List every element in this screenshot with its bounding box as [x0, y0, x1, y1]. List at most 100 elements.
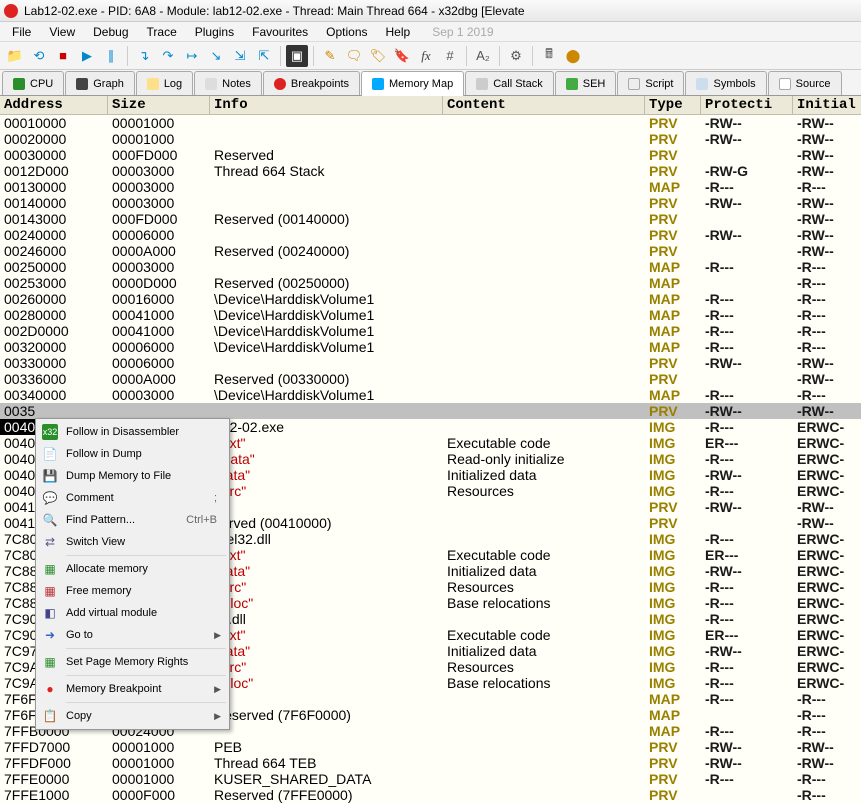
cell-size[interactable]: 00001000: [108, 771, 210, 787]
cell-type[interactable]: PRV: [645, 163, 701, 179]
stop-icon[interactable]: ■: [52, 45, 74, 67]
cell-content[interactable]: [443, 771, 645, 787]
cell-info[interactable]: .rsrc": [210, 659, 443, 675]
cell-info[interactable]: \Device\HarddiskVolume1: [210, 339, 443, 355]
cell-prot[interactable]: -R---: [701, 307, 793, 323]
cell-content[interactable]: [443, 355, 645, 371]
menu-plugins[interactable]: Plugins: [187, 23, 242, 41]
cell-init[interactable]: ERWC-: [793, 435, 861, 451]
cell-content[interactable]: [443, 163, 645, 179]
cell-size[interactable]: 00001000: [108, 755, 210, 771]
cell-content[interactable]: [443, 259, 645, 275]
cell-init[interactable]: -R---: [793, 275, 861, 291]
cell-prot[interactable]: -R---: [701, 339, 793, 355]
cell-type[interactable]: PRV: [645, 371, 701, 387]
cell-type[interactable]: PRV: [645, 771, 701, 787]
cell-content[interactable]: Initialized data: [443, 563, 645, 579]
column-content[interactable]: Content: [443, 96, 645, 115]
scylla-icon[interactable]: ⬤: [562, 45, 584, 67]
cell-info[interactable]: [210, 227, 443, 243]
cell-init[interactable]: -R---: [793, 339, 861, 355]
cell-type[interactable]: PRV: [645, 243, 701, 259]
cell-init[interactable]: -R---: [793, 259, 861, 275]
cell-type[interactable]: IMG: [645, 675, 701, 691]
cell-prot[interactable]: -R---: [701, 483, 793, 499]
cell-init[interactable]: ERWC-: [793, 627, 861, 643]
cell-type[interactable]: PRV: [645, 227, 701, 243]
cell-prot[interactable]: [701, 707, 793, 723]
cell-content[interactable]: [443, 419, 645, 435]
menu-find-pattern-[interactable]: 🔍Find Pattern...Ctrl+B: [38, 509, 227, 531]
cell-type[interactable]: PRV: [645, 195, 701, 211]
cell-init[interactable]: -R---: [793, 771, 861, 787]
menu-debug[interactable]: Debug: [85, 23, 136, 41]
menu-follow-in-disassembler[interactable]: x32Follow in Disassembler: [38, 421, 227, 443]
cell-info[interactable]: .data": [210, 563, 443, 579]
cell-type[interactable]: PRV: [645, 355, 701, 371]
restart-icon[interactable]: ⟲: [28, 45, 50, 67]
cell-addr[interactable]: 0012D000: [0, 163, 108, 179]
cell-prot[interactable]: -R---: [701, 723, 793, 739]
cell-info[interactable]: .rsrc": [210, 579, 443, 595]
cell-info[interactable]: PEB: [210, 739, 443, 755]
tab-graph[interactable]: Graph: [65, 71, 135, 95]
pause-icon[interactable]: ∥: [100, 45, 122, 67]
cell-type[interactable]: IMG: [645, 419, 701, 435]
bookmark-icon[interactable]: 🔖: [391, 45, 413, 67]
cell-content[interactable]: [443, 147, 645, 163]
cell-init[interactable]: -RW--: [793, 211, 861, 227]
cell-prot[interactable]: -RW--: [701, 115, 793, 131]
cell-init[interactable]: -RW--: [793, 515, 861, 531]
cell-content[interactable]: [443, 227, 645, 243]
cell-content[interactable]: [443, 323, 645, 339]
cell-addr[interactable]: 00246000: [0, 243, 108, 259]
menu-set-page-memory-rights[interactable]: ▦Set Page Memory Rights: [38, 651, 227, 673]
cell-type[interactable]: MAP: [645, 275, 701, 291]
cell-type[interactable]: IMG: [645, 451, 701, 467]
cell-type[interactable]: MAP: [645, 323, 701, 339]
cell-content[interactable]: Executable code: [443, 435, 645, 451]
cell-info[interactable]: Reserved (00250000): [210, 275, 443, 291]
cell-init[interactable]: ERWC-: [793, 467, 861, 483]
column-size[interactable]: Size: [108, 96, 210, 115]
cell-prot[interactable]: -RW--: [701, 739, 793, 755]
trace-into-icon[interactable]: ⇲: [229, 45, 251, 67]
cell-info[interactable]: .rdata": [210, 451, 443, 467]
cell-prot[interactable]: -RW--: [701, 227, 793, 243]
cell-content[interactable]: [443, 387, 645, 403]
cell-size[interactable]: 0000D000: [108, 275, 210, 291]
menu-follow-in-dump[interactable]: 📄Follow in Dump: [38, 443, 227, 465]
cell-content[interactable]: [443, 211, 645, 227]
cell-content[interactable]: [443, 723, 645, 739]
cell-info[interactable]: [210, 499, 443, 515]
cell-init[interactable]: ERWC-: [793, 675, 861, 691]
cell-type[interactable]: PRV: [645, 211, 701, 227]
cell-init[interactable]: ERWC-: [793, 579, 861, 595]
cell-info[interactable]: \Device\HarddiskVolume1: [210, 387, 443, 403]
cell-content[interactable]: [443, 403, 645, 419]
cell-type[interactable]: IMG: [645, 547, 701, 563]
run-icon[interactable]: ▶: [76, 45, 98, 67]
tab-call-stack[interactable]: Call Stack: [465, 71, 554, 95]
menu-favourites[interactable]: Favourites: [244, 23, 316, 41]
cell-addr[interactable]: 00010000: [0, 115, 108, 131]
tab-breakpoints[interactable]: Breakpoints: [263, 71, 360, 95]
cell-info[interactable]: [210, 403, 443, 419]
cell-type[interactable]: IMG: [645, 531, 701, 547]
cell-addr[interactable]: 00253000: [0, 275, 108, 291]
cell-addr[interactable]: 7FFD7000: [0, 739, 108, 755]
cell-addr[interactable]: 00240000: [0, 227, 108, 243]
cell-prot[interactable]: -R---: [701, 531, 793, 547]
fx-icon[interactable]: fx: [415, 45, 437, 67]
cell-prot[interactable]: -R---: [701, 595, 793, 611]
menu-allocate-memory[interactable]: ▦Allocate memory: [38, 558, 227, 580]
cell-info[interactable]: Thread 664 Stack: [210, 163, 443, 179]
cell-prot[interactable]: [701, 371, 793, 387]
cell-size[interactable]: 00016000: [108, 291, 210, 307]
cell-addr[interactable]: 7FFE0000: [0, 771, 108, 787]
cell-type[interactable]: IMG: [645, 483, 701, 499]
menu-view[interactable]: View: [41, 23, 83, 41]
cell-size[interactable]: 00041000: [108, 323, 210, 339]
cell-prot[interactable]: -RW--: [701, 499, 793, 515]
cell-content[interactable]: [443, 275, 645, 291]
